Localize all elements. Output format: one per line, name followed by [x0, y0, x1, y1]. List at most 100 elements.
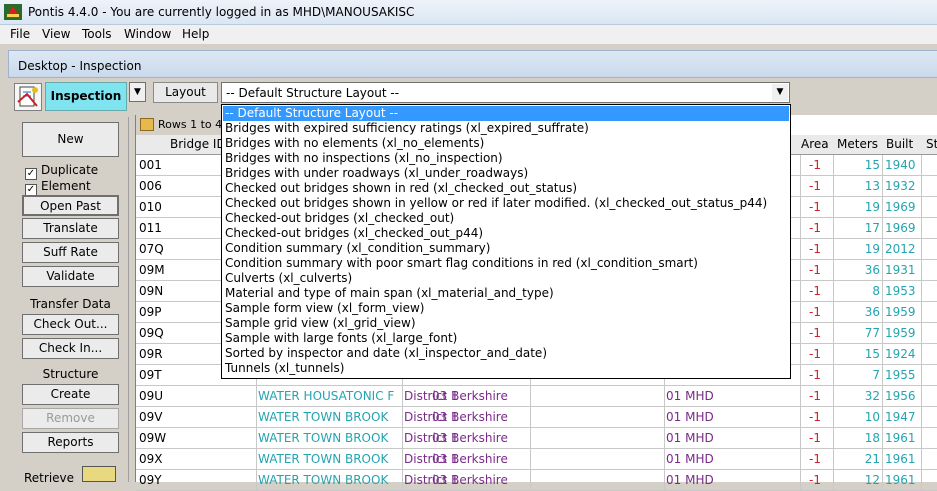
- dropdown-option[interactable]: -- Default Structure Layout --: [223, 106, 789, 121]
- dropdown-option[interactable]: Checked-out bridges (xl_checked_out_p44): [223, 226, 789, 241]
- dropdown-option[interactable]: Bridges with expired sufficiency ratings…: [223, 121, 789, 136]
- grid-divider: [530, 386, 531, 407]
- grid-divider: [402, 386, 403, 407]
- grid-divider: [882, 281, 883, 302]
- grid-divider: [921, 239, 922, 260]
- grid-divider: [800, 344, 801, 365]
- grid-divider: [664, 449, 665, 470]
- grid-divider: [800, 239, 801, 260]
- table-row[interactable]: 09X WATER TOWN BROOK District 1 03 Berkshir…: [136, 449, 937, 470]
- cell-built: 1959: [885, 305, 916, 319]
- cell-county: 03 Berkshire: [432, 410, 508, 424]
- grid-divider: [833, 302, 834, 323]
- table-row[interactable]: 09W WATER TOWN BROOK District 1 03 Berkshir…: [136, 428, 937, 449]
- inspection-mode-button[interactable]: Inspection: [45, 82, 127, 111]
- menu-view[interactable]: View: [42, 27, 70, 41]
- dropdown-option[interactable]: Tunnels (xl_tunnels): [223, 361, 789, 376]
- chevron-down-icon[interactable]: ▼: [772, 84, 788, 101]
- cell-meters: 21: [864, 452, 880, 466]
- grid-divider: [833, 407, 834, 428]
- retrieve-folder-icon[interactable]: [82, 466, 116, 482]
- translate-button[interactable]: Translate: [22, 218, 119, 239]
- dropdown-option[interactable]: Bridges with no elements (xl_no_elements…: [223, 136, 789, 151]
- inner-window-title: Desktop - Inspection: [18, 59, 142, 73]
- reports-button[interactable]: Reports: [22, 432, 119, 453]
- grid-divider: [921, 428, 922, 449]
- dropdown-option[interactable]: Checked out bridges shown in red (xl_che…: [223, 181, 789, 196]
- menu-file[interactable]: File: [10, 27, 30, 41]
- menu-window[interactable]: Window: [124, 27, 171, 41]
- grid-divider: [402, 449, 403, 470]
- dropdown-option[interactable]: Sorted by inspector and date (xl_inspect…: [223, 346, 789, 361]
- grid-divider: [882, 197, 883, 218]
- menu-help[interactable]: Help: [182, 27, 209, 41]
- layout-select[interactable]: -- Default Structure Layout -- ▼: [221, 82, 790, 103]
- cell-built: 1956: [885, 389, 916, 403]
- cell-area: -1: [809, 410, 821, 424]
- cell-area: -1: [809, 179, 821, 193]
- grid-divider: [256, 470, 257, 491]
- dropdown-option[interactable]: Condition summary (xl_condition_summary): [223, 241, 789, 256]
- check-in-button[interactable]: Check In...: [22, 338, 119, 359]
- dropdown-option[interactable]: Culverts (xl_culverts): [223, 271, 789, 286]
- grid-divider: [882, 260, 883, 281]
- dropdown-option[interactable]: Condition summary with poor smart flag c…: [223, 256, 789, 271]
- cell-county: 03 Berkshire: [432, 431, 508, 445]
- element-checkbox[interactable]: ✓ Element: [25, 179, 91, 196]
- cell-id: 09N: [139, 284, 164, 298]
- layout-dropdown-list[interactable]: -- Default Structure Layout -- Bridges wi…: [221, 104, 791, 379]
- grid-divider: [882, 155, 883, 176]
- duplicate-checkbox[interactable]: ✓ Duplicate: [25, 163, 98, 180]
- grid-divider: [921, 323, 922, 344]
- table-row[interactable]: 09U WATER HOUSATONIC F District 1 03 Berksh…: [136, 386, 937, 407]
- window-title: Pontis 4.4.0 - You are currently logged …: [28, 5, 415, 19]
- cell-county: 03 Berkshire: [432, 389, 508, 403]
- table-row[interactable]: 09Y WATER TOWN BROOK District 1 03 Berkshir…: [136, 470, 937, 491]
- new-button[interactable]: New: [22, 122, 119, 157]
- grid-divider: [833, 197, 834, 218]
- grid-divider: [833, 323, 834, 344]
- cell-owner: 01 MHD: [666, 452, 714, 466]
- cell-built: 2012: [885, 242, 916, 256]
- cell-county: 03 Berkshire: [432, 473, 508, 487]
- dropdown-option[interactable]: Sample with large fonts (xl_large_font): [223, 331, 789, 346]
- grid-divider: [882, 239, 883, 260]
- dropdown-option[interactable]: Checked out bridges shown in yellow or r…: [223, 196, 789, 211]
- mode-dropdown-arrow[interactable]: ▼: [129, 82, 146, 102]
- col-st[interactable]: St: [926, 137, 937, 151]
- grid-divider: [882, 302, 883, 323]
- suff-rate-button[interactable]: Suff Rate: [22, 242, 119, 263]
- dropdown-option[interactable]: Bridges with no inspections (xl_no_inspe…: [223, 151, 789, 166]
- cell-area: -1: [809, 389, 821, 403]
- cell-meters: 10: [864, 410, 880, 424]
- grid-divider: [921, 176, 922, 197]
- layout-button[interactable]: Layout: [153, 82, 218, 103]
- cell-owner: 01 MHD: [666, 410, 714, 424]
- table-row[interactable]: 09V WATER TOWN BROOK District 1 03 Berkshir…: [136, 407, 937, 428]
- pontis-app-icon: [4, 4, 22, 20]
- check-out-button[interactable]: Check Out...: [22, 314, 119, 335]
- dropdown-option[interactable]: Material and type of main span (xl_mater…: [223, 286, 789, 301]
- grid-divider: [882, 176, 883, 197]
- cell-id: 07Q: [139, 242, 164, 256]
- cell-area: -1: [809, 263, 821, 277]
- grid-divider: [882, 470, 883, 491]
- dropdown-option[interactable]: Sample form view (xl_form_view): [223, 301, 789, 316]
- inspection-module-icon[interactable]: [14, 83, 42, 111]
- dropdown-option[interactable]: Checked-out bridges (xl_checked_out): [223, 211, 789, 226]
- dropdown-option[interactable]: Sample grid view (xl_grid_view): [223, 316, 789, 331]
- col-bridge-id[interactable]: Bridge ID: [170, 137, 226, 151]
- grid-divider: [921, 155, 922, 176]
- col-area[interactable]: Area: [801, 137, 829, 151]
- create-button[interactable]: Create: [22, 384, 119, 405]
- cell-meters: 32: [864, 389, 880, 403]
- col-built[interactable]: Built: [886, 137, 913, 151]
- grid-divider: [882, 449, 883, 470]
- menu-tools[interactable]: Tools: [82, 27, 112, 41]
- col-meters[interactable]: Meters: [837, 137, 878, 151]
- open-past-button[interactable]: Open Past: [22, 195, 119, 216]
- cell-built: 1959: [885, 326, 916, 340]
- cell-county: 03 Berkshire: [432, 452, 508, 466]
- dropdown-option[interactable]: Bridges with under roadways (xl_under_ro…: [223, 166, 789, 181]
- validate-button[interactable]: Validate: [22, 266, 119, 287]
